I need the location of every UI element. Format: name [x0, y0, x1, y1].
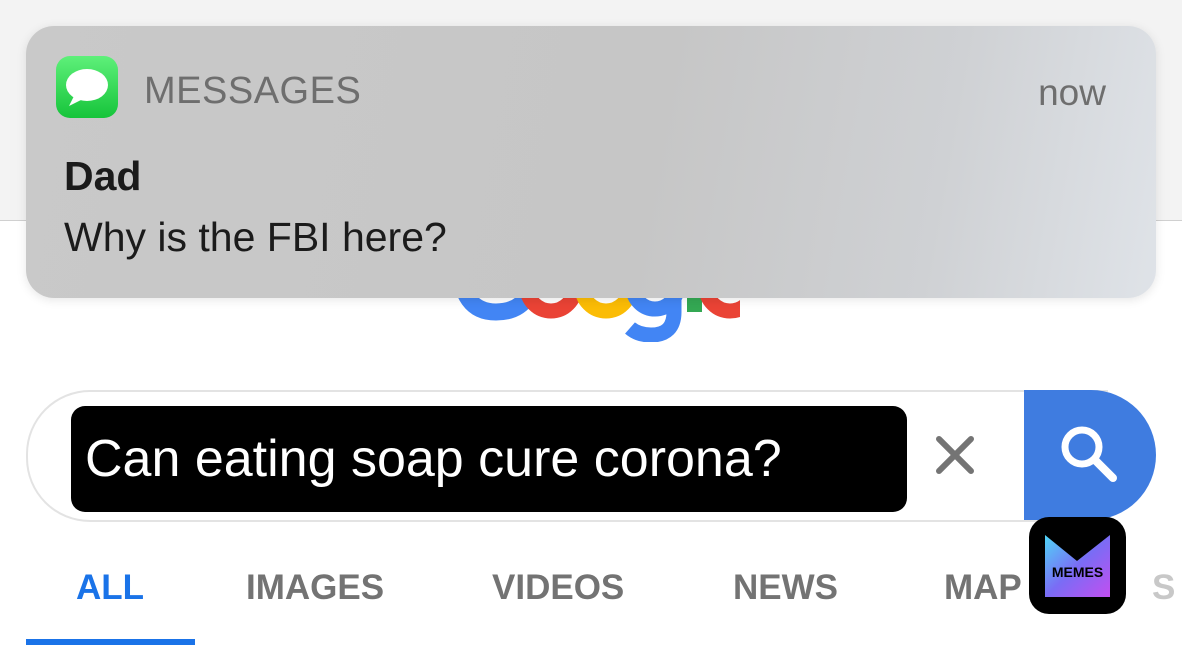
- tab-images[interactable]: IMAGES: [246, 568, 384, 608]
- app-name: MESSAGES: [144, 70, 362, 112]
- search-button[interactable]: [1024, 390, 1156, 520]
- close-icon[interactable]: [930, 430, 980, 480]
- notification-time: now: [1038, 72, 1106, 113]
- tab-news[interactable]: NEWS: [733, 568, 838, 608]
- messages-app-icon: [56, 56, 118, 118]
- tab-all[interactable]: ALL: [76, 568, 144, 608]
- sender-name: Dad: [64, 153, 142, 199]
- memes-watermark-logo: MEMES: [1029, 517, 1126, 614]
- tab-shopping[interactable]: S: [1152, 568, 1175, 608]
- active-tab-indicator: [26, 639, 195, 645]
- magnifier-icon: [1061, 426, 1117, 482]
- tab-videos[interactable]: VIDEOS: [492, 568, 624, 608]
- tab-maps[interactable]: MAP: [944, 568, 1022, 608]
- search-query-text[interactable]: Can eating soap cure corona?: [71, 406, 907, 512]
- watermark-label: MEMES: [1051, 564, 1104, 580]
- message-notification[interactable]: MESSAGES now Dad Why is the FBI here?: [26, 26, 1156, 298]
- message-text: Why is the FBI here?: [64, 214, 447, 260]
